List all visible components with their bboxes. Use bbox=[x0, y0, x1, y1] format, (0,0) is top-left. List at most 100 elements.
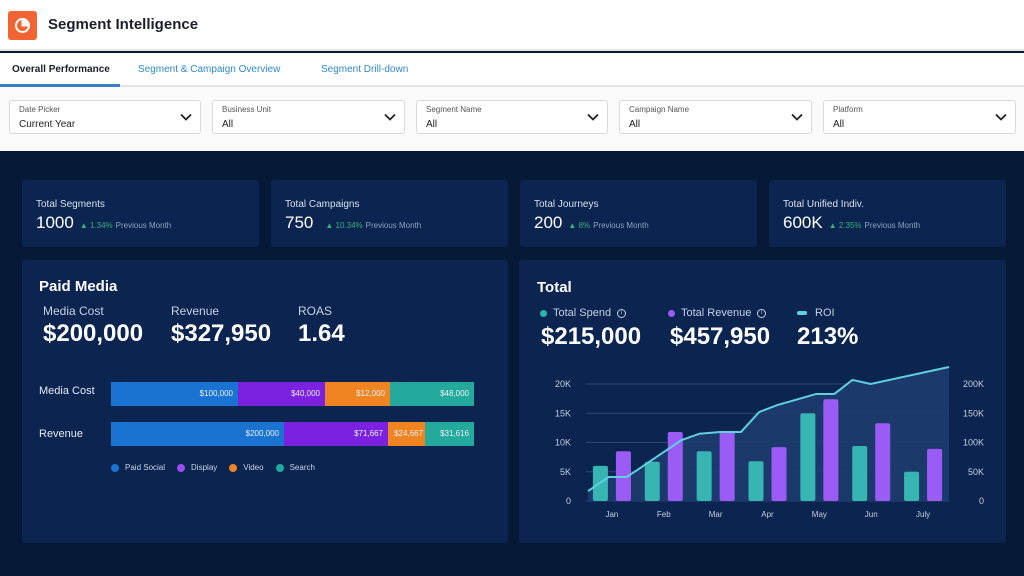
date-picker-dropdown[interactable]: Date Picker Current Year bbox=[9, 100, 201, 134]
bar-segment-display[interactable]: $40,000 bbox=[238, 382, 325, 406]
revenue-bar bbox=[719, 431, 735, 501]
campaign-name-dropdown[interactable]: Campaign Name All bbox=[619, 100, 812, 134]
segment-name-dropdown[interactable]: Segment Name All bbox=[416, 100, 608, 134]
legend-dot-icon bbox=[111, 463, 119, 472]
kpi-value: 750 bbox=[285, 213, 314, 232]
filter-label: Business Unit bbox=[222, 105, 271, 114]
filter-label: Campaign Name bbox=[629, 105, 690, 114]
kpi-delta-text: Previous Month bbox=[864, 221, 921, 230]
filter-value: Current Year bbox=[19, 119, 76, 130]
right-axis-tick: 100K bbox=[963, 438, 984, 448]
segment-value: $100,000 bbox=[199, 389, 233, 398]
roas-label: ROAS bbox=[298, 304, 333, 318]
kpi-delta-text: Previous Month bbox=[593, 221, 649, 230]
roi-value: 213% bbox=[797, 323, 859, 350]
tab-segment-drill-down[interactable]: Segment Drill-down bbox=[321, 64, 408, 75]
pie-chart-icon bbox=[15, 18, 30, 33]
roi-legend: ROI bbox=[797, 307, 835, 319]
legend-dot-icon bbox=[177, 463, 186, 472]
media-cost-bar-label: Media Cost bbox=[39, 385, 95, 397]
kpi-value: 600K bbox=[783, 213, 823, 232]
chevron-down-icon bbox=[587, 113, 599, 121]
kpi-label: Total Segments bbox=[36, 199, 105, 210]
legend-item-video[interactable]: Video bbox=[229, 463, 264, 472]
left-axis-tick: 10K bbox=[555, 438, 571, 448]
kpi-delta-text: Previous Month bbox=[115, 221, 172, 230]
kpi-delta: ▲ 8% bbox=[568, 221, 591, 230]
left-axis-tick: 0 bbox=[566, 496, 571, 506]
filter-value: All bbox=[222, 119, 234, 130]
kpi-card-total-campaigns: Total Campaigns 750 ▲ 10.34% Previous Mo… bbox=[271, 180, 508, 247]
total-spend-value: $215,000 bbox=[541, 323, 642, 350]
bar-segment-paid-social[interactable]: $100,000 bbox=[111, 382, 238, 406]
bar-segment-search[interactable]: $31,616 bbox=[425, 422, 474, 446]
filter-label: Date Picker bbox=[19, 105, 61, 114]
spend-bar bbox=[644, 461, 660, 501]
kpi-card-total-unified-individuals: Total Unified Indiv. 600K ▲ 2.35% Previo… bbox=[769, 180, 1006, 247]
kpi-delta: ▲ 2.35% bbox=[828, 221, 862, 230]
kpi-delta-text: Previous Month bbox=[365, 221, 422, 230]
roas-value: 1.64 bbox=[298, 320, 345, 347]
revenue-bar bbox=[823, 399, 839, 501]
tab-overall-performance[interactable]: Overall Performance bbox=[12, 64, 110, 75]
filter-bar: Date Picker Current Year Business Unit A… bbox=[0, 87, 1024, 151]
roi-label: ROI bbox=[815, 307, 835, 319]
kpi-value: 1000 bbox=[36, 213, 74, 232]
revenue-bar-label: Revenue bbox=[39, 428, 84, 440]
bar-segment-paid-social[interactable]: $200,000 bbox=[111, 422, 284, 446]
app-logo[interactable] bbox=[8, 11, 37, 40]
segment-value: $31,616 bbox=[440, 429, 469, 438]
kpi-delta: ▲ 1.34% bbox=[79, 221, 113, 230]
kpi-label: Total Unified Indiv. bbox=[783, 199, 864, 210]
right-axis-tick: 0 bbox=[979, 496, 984, 506]
tab-segment-campaign-overview[interactable]: Segment & Campaign Overview bbox=[138, 64, 280, 75]
revenue-bar bbox=[927, 448, 943, 501]
total-title: Total bbox=[537, 279, 572, 296]
paid-media-title: Paid Media bbox=[39, 278, 118, 295]
legend-item-display[interactable]: Display bbox=[177, 463, 217, 472]
x-axis-tick: July bbox=[916, 510, 930, 519]
bar-segment-display[interactable]: $71,667 bbox=[284, 422, 388, 446]
segment-value: $71,667 bbox=[354, 429, 383, 438]
x-axis-tick: Apr bbox=[761, 510, 774, 519]
legend-label: Video bbox=[243, 463, 264, 472]
bar-segment-search[interactable]: $48,000 bbox=[390, 382, 474, 406]
revenue-bar bbox=[771, 447, 787, 501]
total-revenue-dot-icon bbox=[668, 309, 675, 317]
roi-line-icon bbox=[797, 311, 807, 315]
total-spend-dot-icon bbox=[540, 309, 547, 317]
total-spend-label: Total Spend bbox=[553, 307, 612, 319]
legend-dot-icon bbox=[229, 463, 238, 472]
chevron-down-icon bbox=[180, 113, 192, 121]
legend-item-paid-social[interactable]: Paid Social bbox=[111, 463, 165, 472]
kpi-card-total-journeys: Total Journeys 200 ▲ 8% Previous Month bbox=[520, 180, 757, 247]
spend-bar bbox=[748, 461, 764, 501]
revenue-value: $327,950 bbox=[171, 320, 272, 347]
total-spend-legend: Total Spend i bbox=[540, 307, 627, 319]
total-revenue-label: Total Revenue bbox=[681, 307, 752, 319]
kpi-value: 200 bbox=[534, 213, 563, 232]
legend-item-search[interactable]: Search bbox=[275, 463, 315, 472]
app-header: Segment Intelligence bbox=[0, 0, 1024, 51]
filter-value: All bbox=[629, 119, 641, 130]
roi-area bbox=[588, 367, 949, 501]
left-axis-tick: 5K bbox=[560, 467, 571, 477]
platform-dropdown[interactable]: Platform All bbox=[823, 100, 1016, 134]
info-icon[interactable]: i bbox=[617, 308, 627, 318]
kpi-label: Total Campaigns bbox=[285, 199, 360, 210]
x-axis-tick: Feb bbox=[657, 510, 671, 519]
segment-value: $200,000 bbox=[245, 429, 279, 438]
spend-bar bbox=[696, 451, 712, 501]
bar-segment-video[interactable]: $12,000 bbox=[325, 382, 390, 406]
legend-dot-icon bbox=[275, 463, 284, 472]
media-cost-value: $200,000 bbox=[43, 320, 144, 347]
total-revenue-value: $457,950 bbox=[670, 323, 771, 350]
app-title: Segment Intelligence bbox=[48, 16, 199, 33]
legend-label: Search bbox=[289, 463, 315, 472]
x-axis-tick: Mar bbox=[709, 510, 723, 519]
spend-bar bbox=[800, 413, 816, 501]
bar-segment-video[interactable]: $24,667 bbox=[388, 422, 425, 446]
info-icon[interactable]: i bbox=[757, 308, 767, 318]
segment-value: $40,000 bbox=[291, 389, 320, 398]
business-unit-dropdown[interactable]: Business Unit All bbox=[212, 100, 405, 134]
